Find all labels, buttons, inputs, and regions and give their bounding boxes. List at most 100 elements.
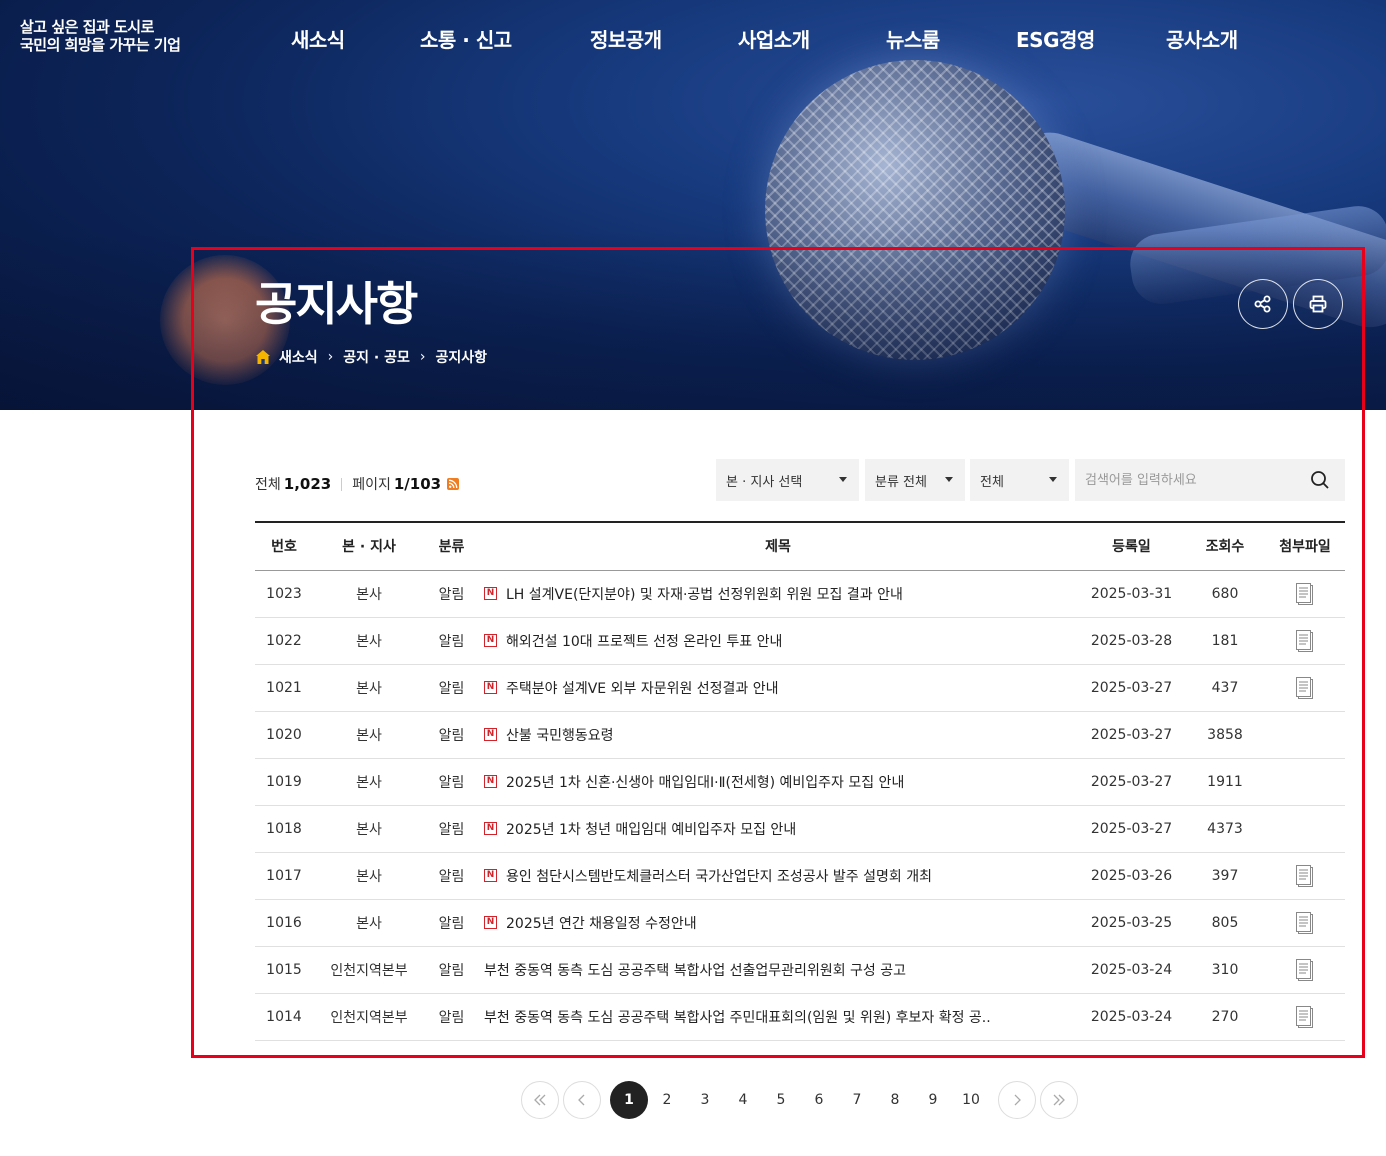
page-number-8[interactable]: 8 [876, 1081, 914, 1119]
row-category: 알림 [425, 711, 478, 759]
row-date: 2025-03-25 [1078, 899, 1185, 947]
nav-item-disclosure[interactable]: 정보공개 [590, 24, 662, 53]
nav-item-communication[interactable]: 소통 · 신고 [420, 24, 512, 53]
col-header-title: 제목 [478, 522, 1078, 571]
page-number-4[interactable]: 4 [724, 1081, 762, 1119]
row-views: 181 [1185, 617, 1265, 665]
table-row[interactable]: 1014 인천지역본부 알림 부천 중동역 동측 도심 공공주택 복합사업 주민대표회… [255, 993, 1345, 1041]
page-number-5[interactable]: 5 [762, 1081, 800, 1119]
row-title-link[interactable]: N 2025년 1차 청년 매입임대 예비입주자 모집 안내 [484, 819, 796, 839]
table-row[interactable]: 1016 본사 알림 N 2025년 연간 채용일정 수정안내 2025-03-25 805 [255, 899, 1345, 947]
nav-item-esg[interactable]: ESG경영 [1016, 24, 1095, 53]
search-button[interactable] [1300, 459, 1340, 501]
document-icon[interactable] [1294, 629, 1316, 653]
page-number-7[interactable]: 7 [838, 1081, 876, 1119]
row-date: 2025-03-31 [1078, 570, 1185, 618]
search-input[interactable] [1075, 459, 1300, 501]
nav-item-business[interactable]: 사업소개 [738, 24, 810, 53]
table-row[interactable]: 1022 본사 알림 N 해외건설 10대 프로젝트 선정 온라인 투표 안내 2025-… [255, 617, 1345, 665]
last-page-button[interactable] [1040, 1081, 1078, 1119]
page-number-3[interactable]: 3 [686, 1081, 724, 1119]
prev-page-button[interactable] [563, 1081, 601, 1119]
row-date: 2025-03-27 [1078, 664, 1185, 712]
table-row[interactable]: 1015 인천지역본부 알림 부천 중동역 동측 도심 공공주택 복합사업 선출업무관… [255, 946, 1345, 994]
new-badge: N [484, 728, 497, 742]
row-category: 알림 [425, 570, 478, 618]
search-icon [1311, 471, 1329, 489]
page-number-2[interactable]: 2 [648, 1081, 686, 1119]
share-button[interactable] [1238, 279, 1288, 329]
breadcrumb-item-notice-contest[interactable]: 공지 · 공모 [343, 347, 410, 367]
row-date: 2025-03-27 [1078, 711, 1185, 759]
row-date: 2025-03-24 [1078, 946, 1185, 994]
site-logo[interactable]: 살고 싶은 집과 도시로 국민의 희망을 가꾸는 기업 [20, 18, 181, 54]
row-date: 2025-03-28 [1078, 617, 1185, 665]
scope-select[interactable]: 전체 [970, 459, 1069, 501]
row-title-link[interactable]: N 주택분야 설계VE 외부 자문위원 선정결과 안내 [484, 678, 779, 698]
document-icon[interactable] [1294, 582, 1316, 606]
document-icon[interactable] [1294, 958, 1316, 982]
pagination: 1 2 3 4 5 6 7 8 9 10 [0, 1081, 1386, 1119]
document-icon[interactable] [1294, 911, 1316, 935]
row-branch: 본사 [313, 852, 425, 900]
row-views: 680 [1185, 570, 1265, 618]
scope-select-value: 전체 [980, 474, 1004, 490]
row-title-link[interactable]: N 2025년 1차 신혼·신생아 매입임대Ⅰ·Ⅱ(전세형) 예비입주자 모집 안… [484, 772, 904, 792]
document-icon[interactable] [1294, 1005, 1316, 1029]
row-attachment [1265, 852, 1345, 900]
total-label: 전체 [255, 477, 281, 493]
table-row[interactable]: 1018 본사 알림 N 2025년 1차 청년 매입임대 예비입주자 모집 안내 202… [255, 805, 1345, 853]
print-button[interactable] [1293, 279, 1343, 329]
page-number-6[interactable]: 6 [800, 1081, 838, 1119]
category-select[interactable]: 분류 전체 [865, 459, 965, 501]
row-title: 부천 중동역 동측 도심 공공주택 복합사업 선출업무관리위원회 구성 공고 [484, 962, 906, 979]
board-summary: 전체 1,023 페이지 1/103 [255, 474, 460, 494]
page-number-10[interactable]: 10 [952, 1081, 990, 1119]
row-attachment [1265, 805, 1345, 853]
new-badge: N [484, 822, 497, 836]
nav-item-news[interactable]: 새소식 [291, 24, 345, 53]
breadcrumb-item-notice[interactable]: 공지사항 [435, 347, 487, 367]
row-title-link[interactable]: N 2025년 연간 채용일정 수정안내 [484, 913, 697, 933]
home-icon[interactable] [255, 349, 271, 365]
nav-item-newsroom[interactable]: 뉴스룸 [886, 24, 940, 53]
row-branch: 본사 [313, 664, 425, 712]
row-title-link[interactable]: 부천 중동역 동측 도심 공공주택 복합사업 선출업무관리위원회 구성 공고 [484, 960, 906, 980]
col-header-attachment: 첨부파일 [1265, 522, 1345, 571]
document-icon[interactable] [1294, 676, 1316, 700]
row-title-cell: N 해외건설 10대 프로젝트 선정 온라인 투표 안내 [478, 617, 1078, 665]
branch-select[interactable]: 본 · 지사 선택 [716, 459, 859, 501]
total-count: 1,023 [283, 475, 332, 493]
nav-item-about[interactable]: 공사소개 [1166, 24, 1238, 53]
row-number: 1015 [255, 946, 313, 994]
page-title: 공지사항 [255, 277, 418, 331]
row-title-link[interactable]: N 용인 첨단시스템반도체클러스터 국가산업단지 조성공사 발주 설명회 개최 [484, 866, 932, 886]
table-row[interactable]: 1017 본사 알림 N 용인 첨단시스템반도체클러스터 국가산업단지 조성공사 발주 … [255, 852, 1345, 900]
first-page-button[interactable] [521, 1081, 559, 1119]
page-value: 1/103 [393, 475, 442, 493]
caret-down-icon [945, 477, 953, 482]
rss-icon[interactable] [447, 478, 460, 490]
document-icon[interactable] [1294, 864, 1316, 888]
row-title: 2025년 연간 채용일정 수정안내 [506, 915, 697, 932]
page-number-1[interactable]: 1 [610, 1081, 648, 1119]
table-row[interactable]: 1019 본사 알림 N 2025년 1차 신혼·신생아 매입임대Ⅰ·Ⅱ(전세형) 예비… [255, 758, 1345, 806]
page-number-9[interactable]: 9 [914, 1081, 952, 1119]
page-label: 페이지 [352, 477, 391, 493]
row-title: 2025년 1차 청년 매입임대 예비입주자 모집 안내 [506, 821, 797, 838]
next-page-button[interactable] [998, 1081, 1036, 1119]
table-row[interactable]: 1020 본사 알림 N 산불 국민행동요령 2025-03-27 3858 [255, 711, 1345, 759]
caret-down-icon [1049, 477, 1057, 482]
row-branch: 본사 [313, 899, 425, 947]
breadcrumb-item-news[interactable]: 새소식 [279, 347, 318, 367]
table-row[interactable]: 1021 본사 알림 N 주택분야 설계VE 외부 자문위원 선정결과 안내 2025-0… [255, 664, 1345, 712]
row-title-link[interactable]: N LH 설계VE(단지분야) 및 자재·공법 선정위원회 위원 모집 결과 안내 [484, 584, 903, 604]
col-header-branch: 본 · 지사 [313, 522, 425, 571]
row-title-link[interactable]: N 산불 국민행동요령 [484, 725, 614, 745]
share-icon [1254, 295, 1271, 313]
breadcrumb: 새소식 › 공지 · 공모 › 공지사항 [255, 347, 487, 367]
row-title: 주택분야 설계VE 외부 자문위원 선정결과 안내 [506, 680, 779, 697]
row-title-link[interactable]: N 해외건설 10대 프로젝트 선정 온라인 투표 안내 [484, 631, 782, 651]
row-title-link[interactable]: 부천 중동역 동측 도심 공공주택 복합사업 주민대표회의(임원 및 위원) 후… [484, 1007, 991, 1027]
table-row[interactable]: 1023 본사 알림 N LH 설계VE(단지분야) 및 자재·공법 선정위원회 위원 … [255, 570, 1345, 618]
